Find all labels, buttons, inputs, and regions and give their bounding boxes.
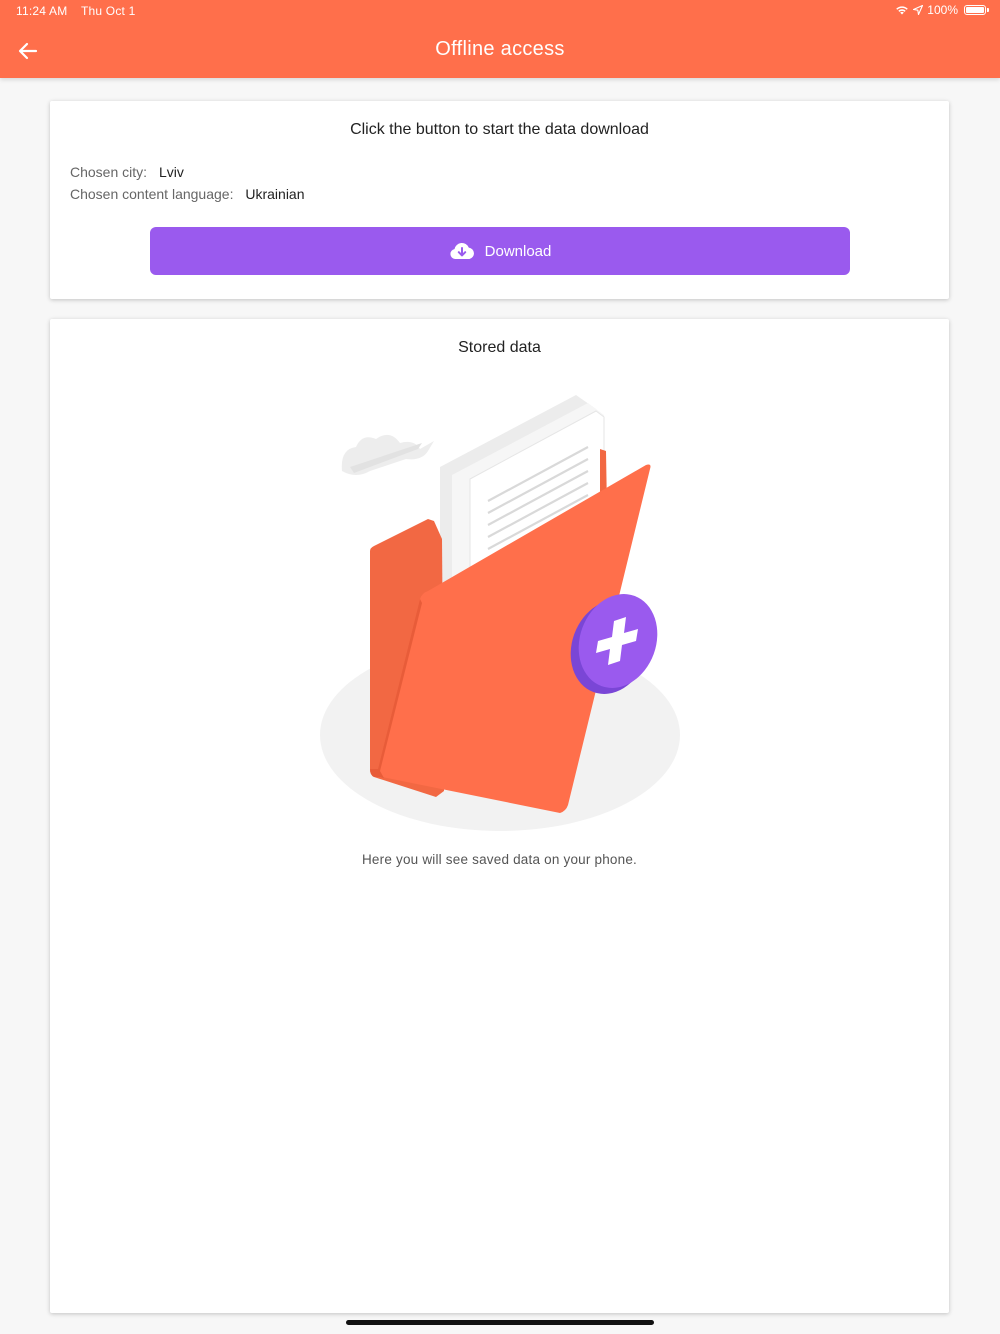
top-app-bar: 11:24 AM Thu Oct 1 100% Offline access [0, 0, 1000, 78]
download-card: Click the button to start the data downl… [50, 101, 949, 299]
chosen-language-value: Ukrainian [245, 186, 305, 202]
download-button-label: Download [484, 242, 552, 260]
chosen-city-row: Chosen city: Lviv [70, 164, 184, 180]
empty-folder-illustration [320, 395, 680, 831]
cloud-download-icon [450, 242, 474, 259]
status-date: Thu Oct 1 [80, 4, 136, 18]
chosen-city-value: Lviv [158, 164, 184, 180]
download-button[interactable]: Download [150, 227, 850, 275]
cloud-icon [341, 434, 434, 475]
chosen-language-row: Chosen content language: Ukrainian [70, 186, 305, 202]
battery-icon [964, 5, 989, 15]
stored-data-heading: Stored data [458, 339, 541, 356]
wifi-icon [896, 6, 909, 15]
empty-state-message: Here you will see saved data on your pho… [361, 852, 637, 867]
download-card-heading: Click the button to start the data downl… [350, 121, 649, 138]
status-time: 11:24 AM [16, 4, 68, 18]
page-title: Offline access [435, 38, 565, 60]
status-bar-right: 100% [895, 3, 989, 17]
status-bar-left: 11:24 AM Thu Oct 1 [16, 4, 135, 18]
battery-percent: 100% [927, 3, 958, 17]
home-indicator[interactable] [346, 1320, 654, 1325]
location-arrow-icon [913, 5, 924, 15]
chosen-city-label: Chosen city: [70, 164, 148, 180]
chosen-language-label: Chosen content language: [70, 186, 234, 202]
stored-data-card: Stored data Here you will see saved data… [50, 319, 949, 1313]
